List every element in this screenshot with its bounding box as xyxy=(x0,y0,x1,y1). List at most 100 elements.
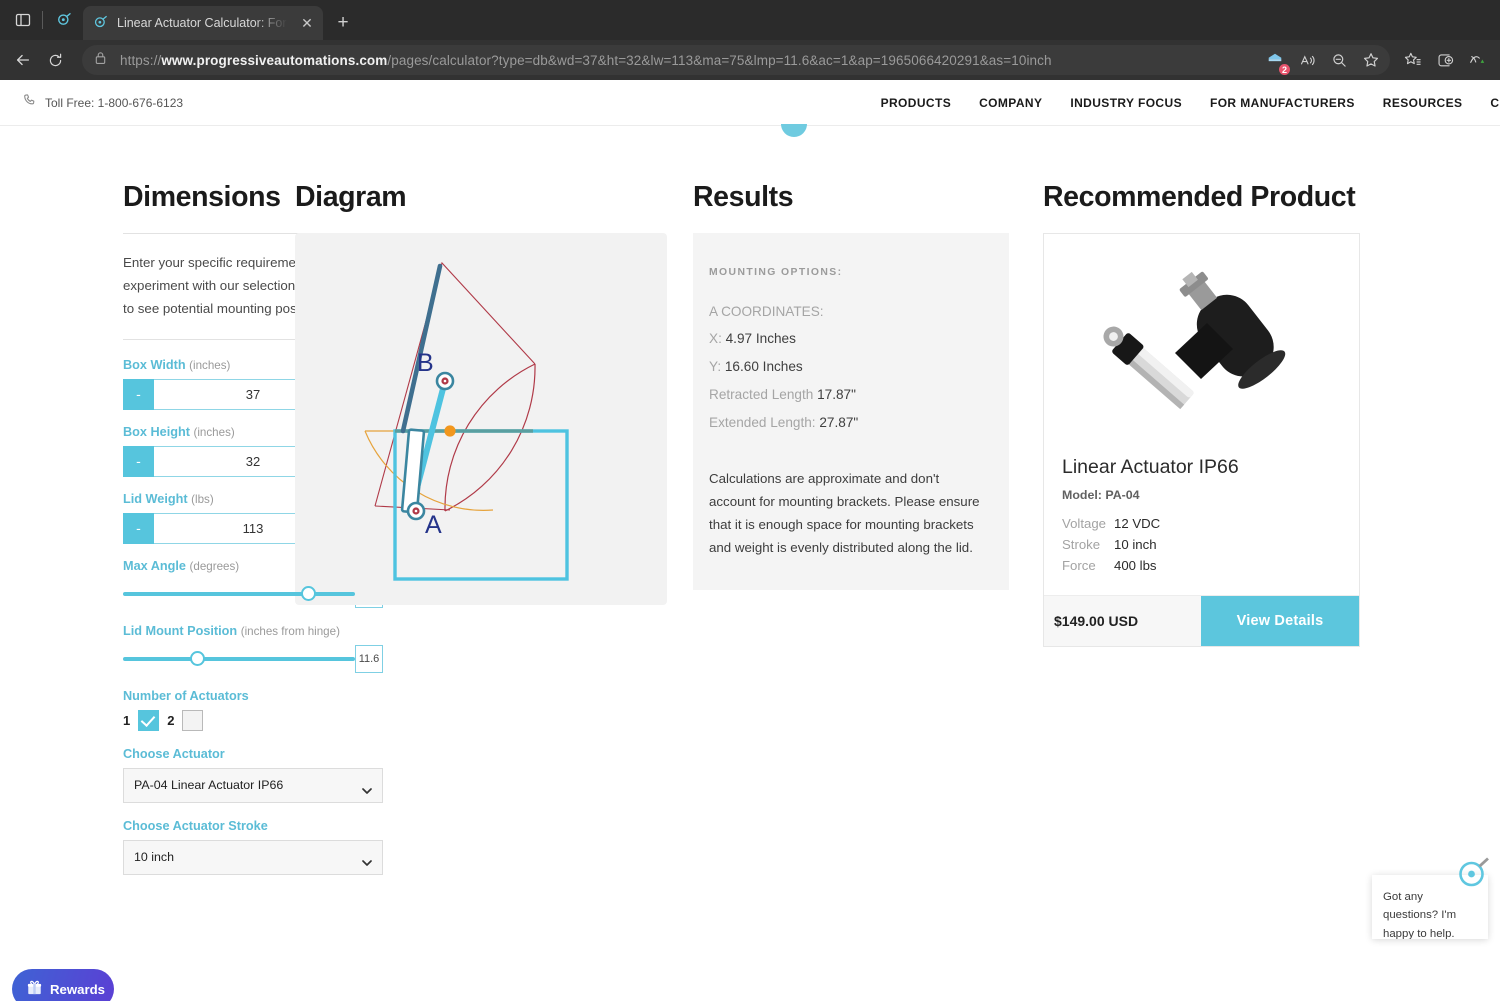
product-spec-voltage: Voltage 12 VDC xyxy=(1062,516,1341,531)
label-box-height-text: Box Height xyxy=(123,424,190,439)
max-angle-knob[interactable] xyxy=(301,586,317,602)
zoom-out-icon[interactable] xyxy=(1324,45,1354,75)
tabstrip-divider xyxy=(42,11,43,29)
url-text: https://www.progressiveautomations.com/p… xyxy=(120,53,1260,68)
new-tab-button[interactable]: + xyxy=(329,9,357,37)
calculator-columns: Dimensions Enter your specific requireme… xyxy=(0,142,1500,891)
page-title-results: Results xyxy=(693,181,794,213)
shopping-coupon-icon[interactable]: 2 xyxy=(1260,45,1291,75)
product-spec-force: Force 400 lbs xyxy=(1062,558,1341,573)
choose-actuator-select[interactable]: PA-04 Linear Actuator IP66 xyxy=(123,767,383,803)
linear-actuator-illustration xyxy=(1102,271,1285,409)
dimensions-panel: Dimensions Enter your specific requireme… xyxy=(0,181,383,891)
label-lid-weight-unit: (lbs) xyxy=(191,492,214,506)
browser-toolbar: https://www.progressiveautomations.com/p… xyxy=(0,40,1500,80)
mounting-options-heading: MOUNTING OPTIONS: xyxy=(709,267,843,279)
active-section-indicator xyxy=(0,124,1500,142)
spec-stroke-key: Stroke xyxy=(1062,537,1101,553)
chat-launcher-icon[interactable] xyxy=(1454,853,1494,893)
favorites-list-icon[interactable] xyxy=(1398,45,1428,75)
phone-icon xyxy=(22,93,37,113)
label-box-width-text: Box Width xyxy=(123,357,186,372)
product-card[interactable]: Linear Actuator IP66 Model: PA-04 Voltag… xyxy=(1043,233,1360,648)
omnibox-actions: 2 xyxy=(1260,45,1386,75)
point-b-label: B xyxy=(417,349,434,377)
lock-icon xyxy=(94,51,110,70)
lid-mount-slider[interactable] xyxy=(123,645,355,673)
result-extended-value: 27.87" xyxy=(819,415,859,431)
mount-point-b[interactable] xyxy=(435,372,455,391)
phone-number: Toll Free: 1-800-676-6123 xyxy=(45,95,184,110)
spec-force-value: 400 lbs xyxy=(1114,558,1157,574)
result-extended-label: Extended Length: xyxy=(709,415,816,431)
label-max-angle-unit: (degrees) xyxy=(189,559,240,573)
product-name: Linear Actuator IP66 xyxy=(1062,456,1239,479)
lid-tip-arc xyxy=(444,363,536,512)
page-content: Toll Free: 1-800-676-6123 PRODUCTS COMPA… xyxy=(0,80,1500,1001)
choose-stroke-wrap: 10 inch xyxy=(123,839,383,875)
nav-item-for-manufacturers[interactable]: FOR MANUFACTURERS xyxy=(1210,96,1355,110)
browser-window: Linear Actuator Calculator: Force ✕ + ht… xyxy=(0,0,1500,1001)
read-aloud-icon[interactable] xyxy=(1292,45,1322,75)
lid-mount-row: 11.6 xyxy=(123,644,383,673)
lid-mount-track xyxy=(123,656,355,661)
favorite-star-icon[interactable] xyxy=(1356,45,1386,75)
nav-item-contact[interactable]: CONT xyxy=(1490,96,1500,110)
collections-icon[interactable] xyxy=(1430,45,1460,75)
result-x-value: 4.97 Inches xyxy=(725,331,796,347)
lid-swing-arc xyxy=(444,364,536,512)
box-width-decrement-button[interactable]: - xyxy=(123,378,154,410)
result-retracted-value: 17.87" xyxy=(817,387,856,403)
site-header: Toll Free: 1-800-676-6123 PRODUCTS COMPA… xyxy=(0,80,1500,126)
label-box-width-unit: (inches) xyxy=(189,358,231,372)
lid-weight-decrement-button[interactable]: - xyxy=(123,512,154,544)
page-title-product: Recommended Product xyxy=(1043,181,1356,213)
actuator-count-checkbox-1[interactable] xyxy=(138,709,160,731)
nav-item-resources[interactable]: RESOURCES xyxy=(1383,96,1463,110)
label-lid-mount-text: Lid Mount Position xyxy=(123,623,238,638)
result-x: X: 4.97 Inches xyxy=(709,331,981,346)
label-lid-weight-text: Lid Weight xyxy=(123,491,188,506)
browser-essentials-icon[interactable] xyxy=(1462,45,1492,75)
spec-voltage-value: 12 VDC xyxy=(1114,516,1161,532)
spec-stroke-value: 10 inch xyxy=(1114,537,1157,553)
toll-free-phone[interactable]: Toll Free: 1-800-676-6123 xyxy=(22,93,183,113)
browser-tab-strip: Linear Actuator Calculator: Force ✕ + xyxy=(0,0,1500,40)
url-path: /pages/calculator?type=db&wd=37&ht=32&lw… xyxy=(387,52,1052,68)
view-details-button[interactable]: View Details xyxy=(1201,596,1359,647)
close-icon[interactable]: ✕ xyxy=(297,13,317,33)
tab-title: Linear Actuator Calculator: Force xyxy=(117,16,289,30)
results-disclaimer: Calculations are approximate and don't a… xyxy=(709,471,980,555)
lid-mount-knob[interactable] xyxy=(189,651,205,667)
actuator-count-checkbox-2[interactable] xyxy=(182,709,204,731)
result-y-label: Y: xyxy=(709,359,722,375)
label-max-angle-text: Max Angle xyxy=(123,558,186,573)
product-footer: $149.00 USD View Details xyxy=(1044,595,1359,647)
tab-actions-icon[interactable] xyxy=(6,3,40,37)
mount-point-a[interactable] xyxy=(406,502,426,521)
nav-item-products[interactable]: PRODUCTS xyxy=(881,96,952,110)
back-icon[interactable] xyxy=(8,45,38,75)
browser-tab[interactable]: Linear Actuator Calculator: Force ✕ xyxy=(83,6,323,40)
lid-center-of-mass-dot xyxy=(444,425,456,437)
nav-item-industry-focus[interactable]: INDUSTRY FOCUS xyxy=(1070,96,1182,110)
tab-favicon xyxy=(93,15,109,31)
choose-stroke-select[interactable]: 10 inch xyxy=(123,839,383,875)
workspace-icon[interactable] xyxy=(47,3,81,37)
a-coordinates-label: A COORDINATES: xyxy=(709,304,824,320)
lid-travel-chord xyxy=(374,262,536,507)
rewards-button[interactable]: Rewards xyxy=(12,969,114,1001)
diagram-canvas[interactable]: B A xyxy=(295,233,667,606)
point-a-label: A xyxy=(425,511,442,539)
nav-item-company[interactable]: COMPANY xyxy=(979,96,1042,110)
actuator-option-two-label: 2 xyxy=(167,712,175,728)
address-bar[interactable]: https://www.progressiveautomations.com/p… xyxy=(82,45,1390,75)
box-height-decrement-button[interactable]: - xyxy=(123,445,154,477)
result-retracted: Retracted Length 17.87" xyxy=(709,387,981,402)
reload-icon[interactable] xyxy=(40,45,70,75)
max-angle-slider[interactable] xyxy=(123,580,355,608)
result-extended: Extended Length: 27.87" xyxy=(709,415,981,430)
page-title-diagram: Diagram xyxy=(295,181,407,213)
product-spec-stroke: Stroke 10 inch xyxy=(1062,537,1341,552)
result-y-value: 16.60 Inches xyxy=(724,359,803,375)
